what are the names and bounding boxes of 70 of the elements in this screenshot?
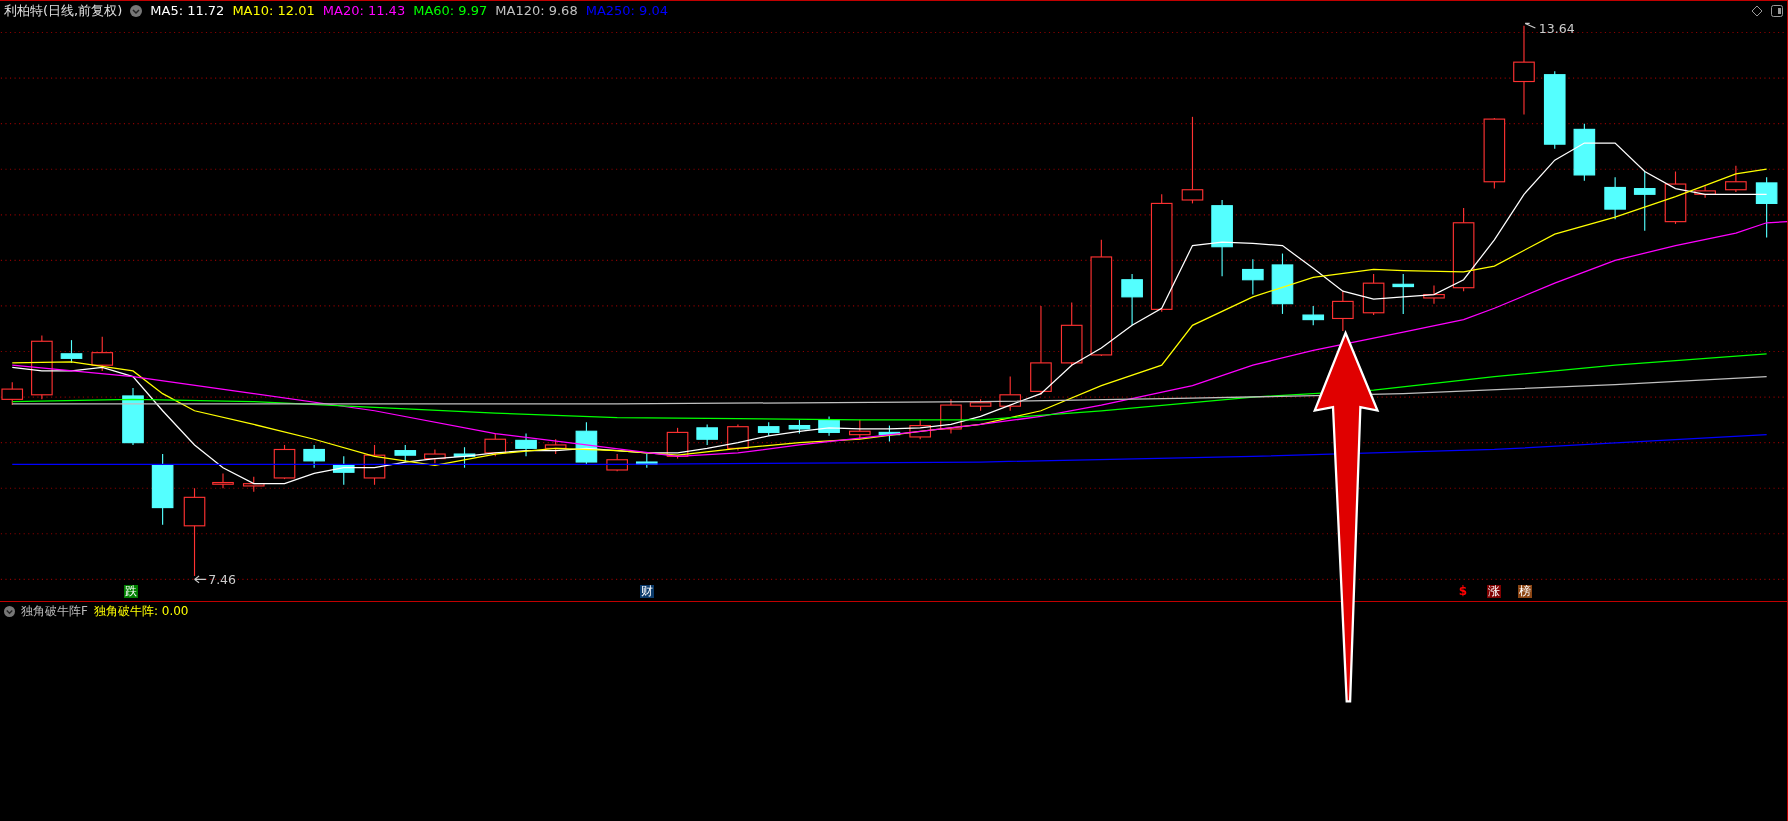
candlestick <box>394 444 417 463</box>
candlestick <box>999 376 1022 412</box>
candlestick <box>1604 176 1626 220</box>
candlestick <box>727 423 749 452</box>
leader-line <box>193 575 207 584</box>
candlestick <box>273 444 296 480</box>
candlestick <box>878 425 901 443</box>
candlestick <box>1121 273 1143 326</box>
event-badge: 跌 <box>124 585 139 598</box>
dropdown-icon[interactable] <box>4 606 15 617</box>
candlestick <box>515 432 537 457</box>
candlestick <box>757 421 780 437</box>
candlestick <box>484 432 507 457</box>
candlestick <box>1755 176 1778 239</box>
ma-reading: MA10: 12.01 <box>232 3 315 18</box>
candlestick <box>1271 252 1294 315</box>
indicator-reading: 独角破牛阵: 0.00 <box>93 603 189 620</box>
ma-reading: MA120: 9.68 <box>495 3 578 18</box>
candlestick <box>1423 284 1445 305</box>
candlestick <box>31 335 53 400</box>
diamond-icon[interactable] <box>1751 4 1763 17</box>
panel-toggle-icon[interactable] <box>1771 4 1783 17</box>
candlestick <box>303 444 325 469</box>
candlestick <box>332 455 355 486</box>
candlestick <box>1302 305 1325 326</box>
candlestick <box>1332 290 1354 332</box>
candlestick <box>969 398 992 412</box>
candlestick <box>60 339 83 364</box>
indicator-name: 独角破牛阵F <box>21 603 88 620</box>
candlestick <box>606 453 628 472</box>
candlestick <box>696 423 718 446</box>
candlestick <box>424 448 446 464</box>
candlestick <box>91 336 114 372</box>
candlestick <box>1392 273 1415 315</box>
candlestick <box>544 438 567 455</box>
candlestick <box>788 419 811 435</box>
event-badge: 财 <box>639 585 654 598</box>
candlestick <box>363 444 386 486</box>
candlestick <box>453 446 476 469</box>
stock-title: 利柏特(日线,前复权) <box>4 1 123 20</box>
candlestick <box>1060 301 1083 366</box>
candlestick <box>666 427 689 460</box>
ma-reading: MA250: 9.04 <box>585 3 669 18</box>
candlestick <box>212 472 234 489</box>
candlestick <box>1362 273 1385 316</box>
ma-reading: MA5: 11.72 <box>150 3 225 18</box>
candlestick <box>635 453 658 469</box>
candlestick <box>1664 170 1687 225</box>
candlestick <box>242 476 265 493</box>
candlestick <box>940 398 962 435</box>
ma-reading: MA20: 11.43 <box>322 3 406 18</box>
candlestick <box>849 419 871 440</box>
candlestick <box>1 381 24 406</box>
candlestick <box>818 415 840 437</box>
candlestick <box>1725 165 1747 193</box>
candlestick <box>1694 185 1716 199</box>
candlestick <box>1633 170 1656 232</box>
candlestick <box>122 387 144 446</box>
event-badge: 榜 <box>1517 585 1532 598</box>
low-price-label: 7.46 <box>208 571 237 587</box>
event-glyph: $ <box>1457 585 1469 598</box>
candlestick <box>909 419 932 440</box>
leader-line <box>1524 22 1536 29</box>
ma-reading: MA60: 9.97 <box>413 3 488 18</box>
candlestick <box>1242 258 1264 296</box>
dropdown-icon[interactable] <box>130 4 143 17</box>
candlestick <box>1573 123 1596 182</box>
event-badge: 涨 <box>1486 585 1501 598</box>
candlestick <box>575 421 598 465</box>
high-price-label: 13.64 <box>1538 20 1575 36</box>
